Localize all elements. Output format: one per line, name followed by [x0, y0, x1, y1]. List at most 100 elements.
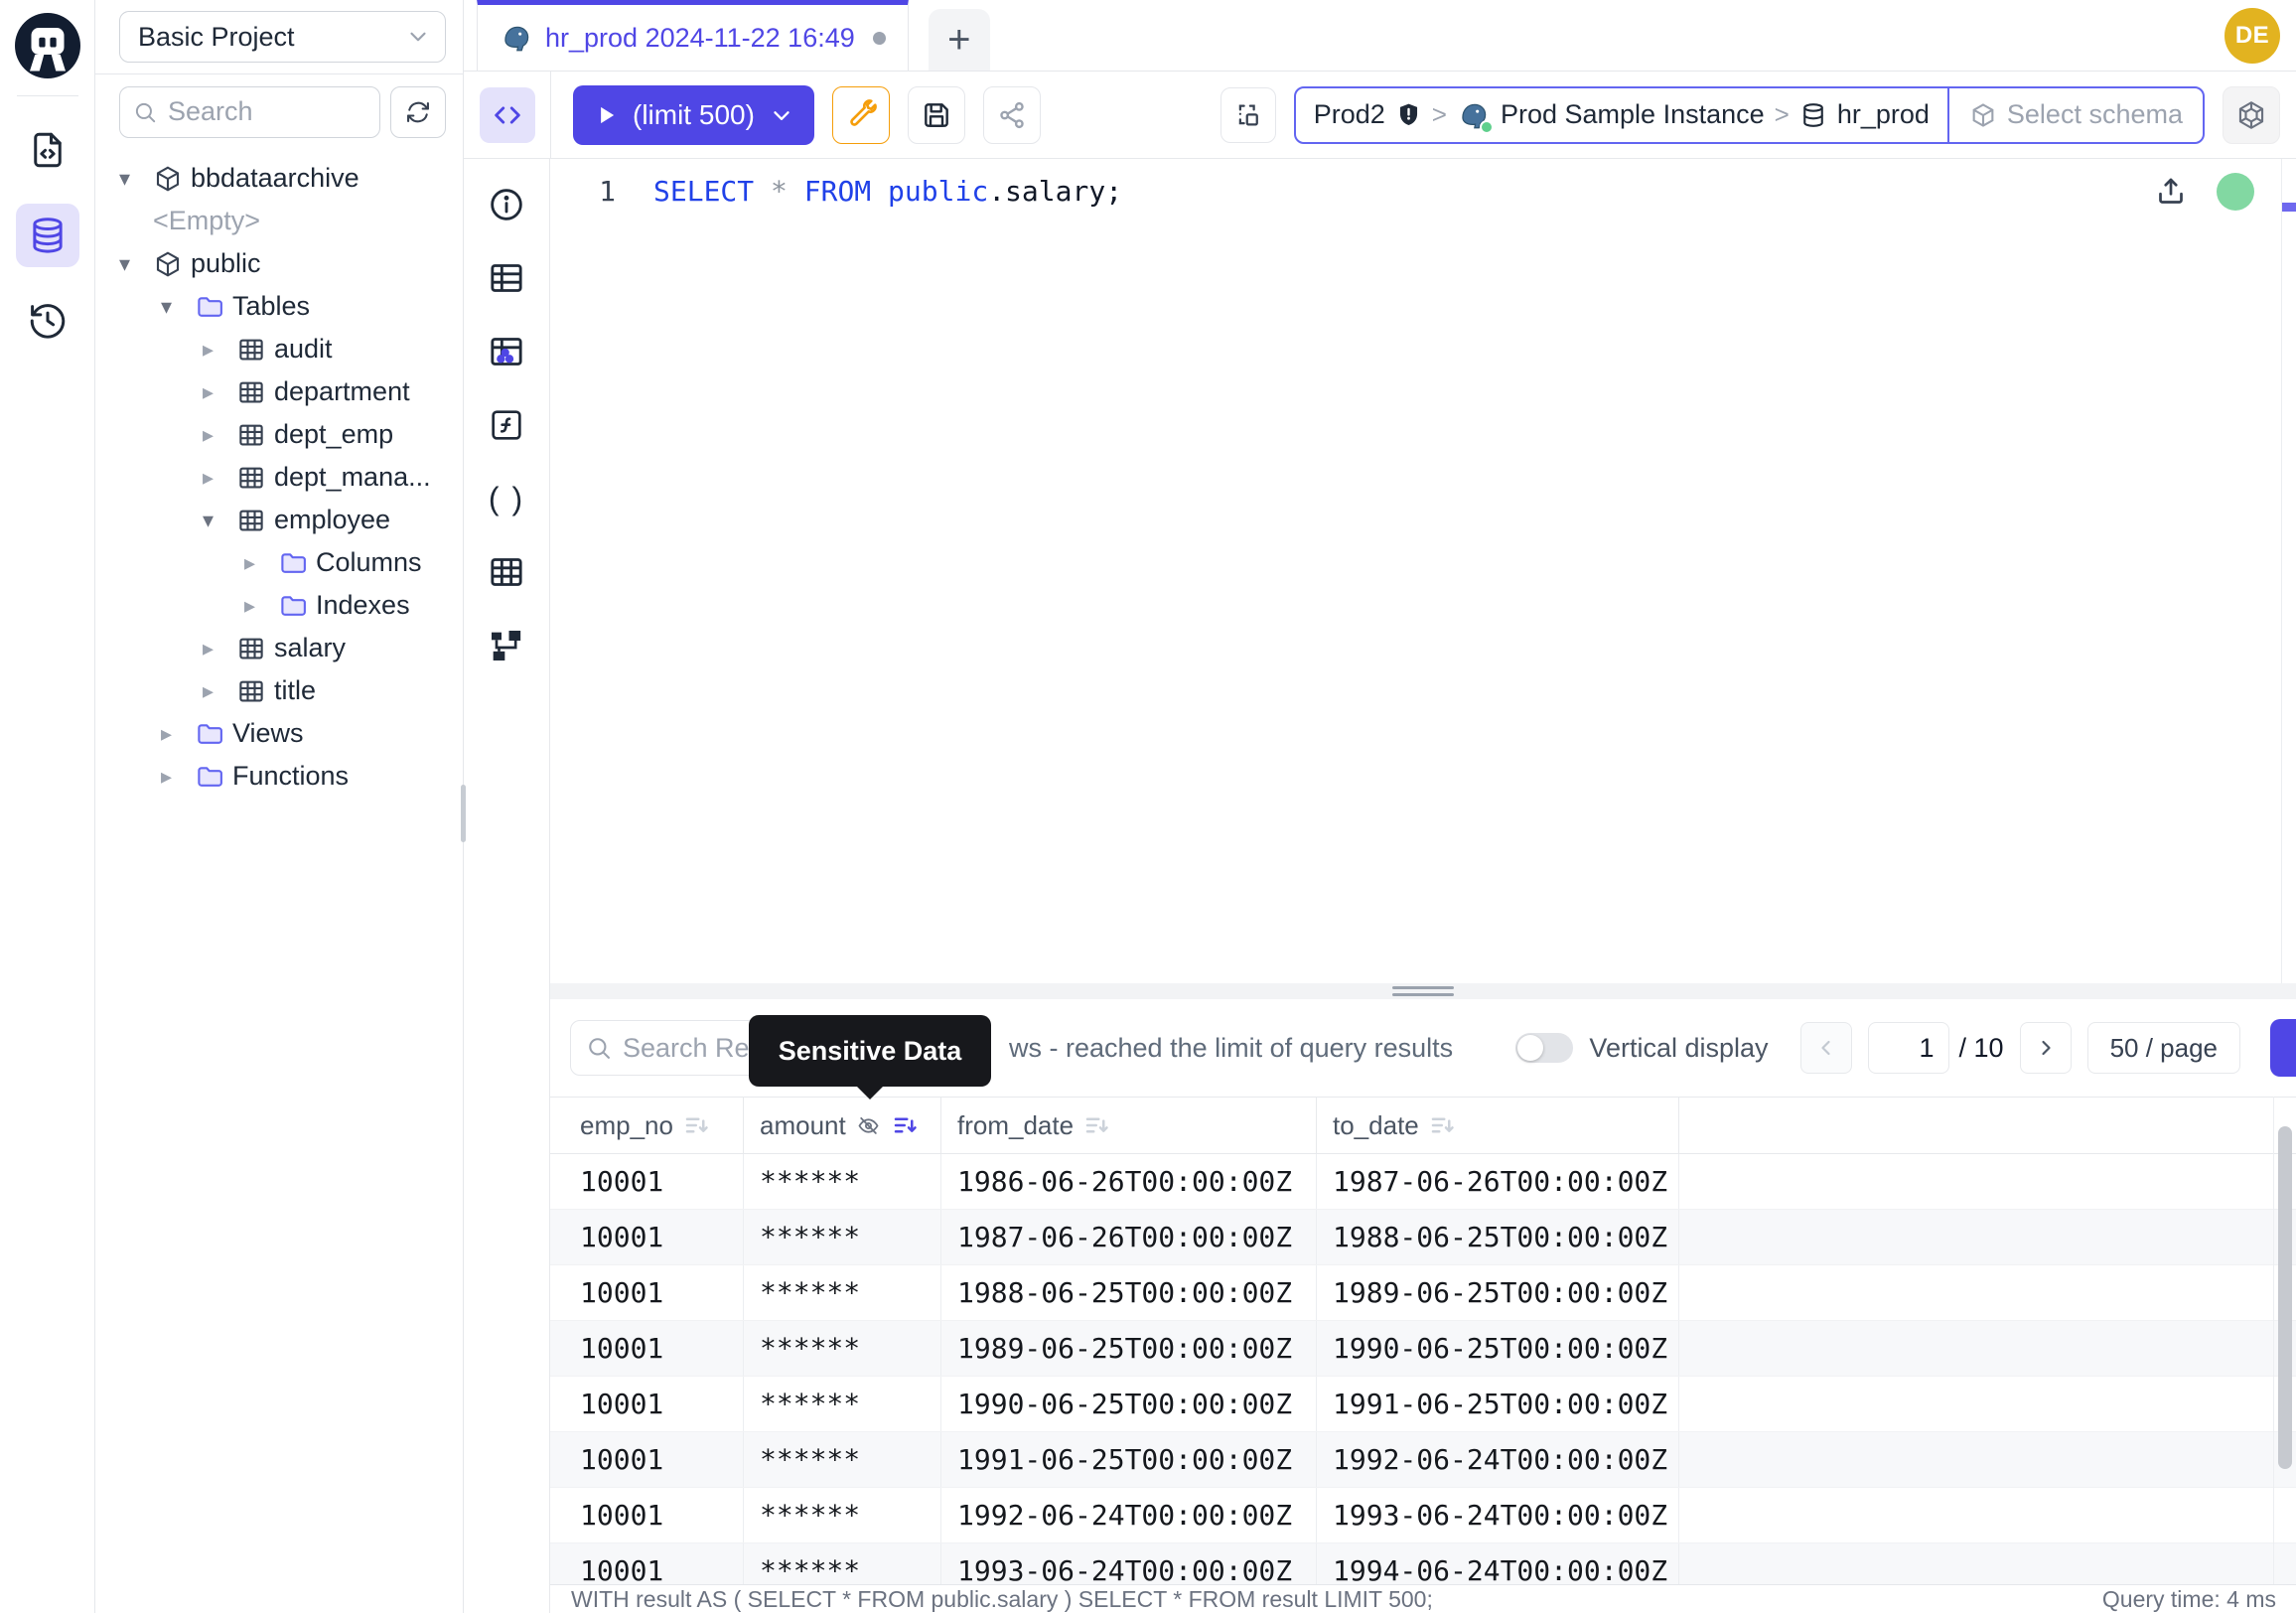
functions-panel-icon[interactable] [483, 401, 530, 449]
table-row[interactable]: 10001******1990-06-25T00:00:00Z1991-06-2… [550, 1377, 2296, 1432]
caret-right-icon[interactable]: ▸ [161, 764, 195, 790]
tree-item-tables[interactable]: ▾Tables [95, 285, 463, 328]
save-button[interactable] [908, 86, 965, 144]
table-row[interactable]: 10001******1989-06-25T00:00:00Z1990-06-2… [550, 1321, 2296, 1377]
project-select[interactable]: Basic Project [119, 11, 446, 63]
masked-table-icon[interactable] [483, 328, 530, 375]
export-button[interactable] [2270, 1019, 2296, 1077]
app-logo[interactable] [12, 10, 83, 81]
table-row[interactable]: 10001******1992-06-24T00:00:00Z1993-06-2… [550, 1488, 2296, 1543]
table-detail-icon[interactable] [483, 548, 530, 596]
table-row[interactable]: 10001******1991-06-25T00:00:00Z1992-06-2… [550, 1432, 2296, 1488]
user-avatar[interactable]: DE [2224, 8, 2280, 64]
tree-item-department[interactable]: ▸department [95, 370, 463, 413]
caret-down-icon[interactable]: ▾ [161, 294, 195, 320]
tree-item-functions[interactable]: ▸Functions [95, 755, 463, 798]
caret-right-icon[interactable]: ▸ [203, 337, 236, 363]
tree-item-title[interactable]: ▸title [95, 669, 463, 712]
database-label[interactable]: hr_prod [1837, 99, 1930, 130]
refresh-button[interactable] [390, 86, 446, 138]
tree-item-public[interactable]: ▾ public [95, 242, 463, 285]
tree-item-label: salary [274, 633, 346, 663]
info-icon[interactable] [483, 181, 530, 228]
cell-emp_no: 10001 [550, 1432, 744, 1487]
instance-label[interactable]: Prod Sample Instance [1501, 99, 1765, 130]
parameters-panel-icon[interactable]: ( ) [483, 475, 530, 522]
sort-icon[interactable] [682, 1110, 712, 1140]
sidebar-search[interactable] [119, 86, 380, 138]
caret-right-icon[interactable]: ▸ [203, 636, 236, 661]
schema-selector[interactable]: Select schema [1947, 88, 2203, 142]
tree-item-dept-emp[interactable]: ▸dept_emp [95, 413, 463, 456]
caret-right-icon[interactable]: ▸ [203, 678, 236, 704]
editor-actions [2153, 173, 2254, 211]
run-query-button[interactable]: (limit 500) [573, 85, 814, 145]
page-size-select[interactable]: 50 / page [2087, 1022, 2240, 1074]
tree-item-columns[interactable]: ▸Columns [95, 541, 463, 584]
tree-item-views[interactable]: ▸Views [95, 712, 463, 755]
prev-page-button[interactable] [1800, 1022, 1852, 1074]
tab-active[interactable]: hr_prod 2024-11-22 16:49 [477, 0, 909, 71]
upload-sheet-icon[interactable] [2153, 174, 2189, 210]
connection-breadcrumb[interactable]: Prod2 > Prod Sample Instance > hr_prod [1294, 86, 2205, 144]
format-sql-button[interactable] [832, 86, 890, 144]
environment-label[interactable]: Prod2 [1314, 99, 1385, 130]
caret-right-icon[interactable]: ▸ [244, 550, 278, 576]
project-select-value: Basic Project [138, 22, 295, 53]
caret-right-icon[interactable]: ▸ [203, 422, 236, 448]
cell-emp_no: 10001 [550, 1210, 744, 1264]
breadcrumb-separator: > [1432, 99, 1447, 130]
history-icon[interactable] [16, 289, 79, 353]
share-button[interactable] [983, 86, 1041, 144]
tree-item-indexes[interactable]: ▸Indexes [95, 584, 463, 627]
column-header-emp_no[interactable]: emp_no [550, 1098, 744, 1153]
code-panel-button[interactable] [480, 87, 535, 143]
schema-diagram-icon[interactable] [483, 622, 530, 669]
sort-icon[interactable] [891, 1110, 921, 1140]
database-panel-icon[interactable] [16, 204, 79, 267]
batch-query-button[interactable] [1220, 87, 1276, 143]
caret-right-icon[interactable]: ▸ [203, 465, 236, 491]
sql-token: * [771, 175, 788, 208]
sidebar-search-input[interactable] [168, 96, 367, 127]
panel-resize-divider[interactable] [550, 983, 2296, 999]
tree-item-bbdataarchive[interactable]: ▾bbdataarchive [95, 157, 463, 200]
sql-editor[interactable]: 1 SELECT * FROM public.salary; [550, 159, 2296, 983]
new-tab-button[interactable]: + [929, 9, 990, 71]
column-header-to_date[interactable]: to_date [1317, 1098, 1679, 1153]
table-row[interactable]: 10001******1988-06-25T00:00:00Z1989-06-2… [550, 1265, 2296, 1321]
column-header-amount[interactable]: amount [744, 1098, 941, 1153]
table-row[interactable]: 10001******1987-06-26T00:00:00Z1988-06-2… [550, 1210, 2296, 1265]
cell-from_date: 1991-06-25T00:00:00Z [941, 1432, 1317, 1487]
tables-panel-icon[interactable] [483, 254, 530, 302]
editor-overview-ruler[interactable] [2281, 159, 2296, 983]
vertical-display-toggle[interactable] [1515, 1033, 1573, 1063]
caret-right-icon[interactable]: ▸ [161, 721, 195, 747]
caret-right-icon[interactable]: ▸ [244, 593, 278, 619]
caret-right-icon[interactable]: ▸ [203, 379, 236, 405]
ai-assistant-button[interactable] [2223, 86, 2280, 144]
sort-icon[interactable] [1428, 1110, 1458, 1140]
column-label: amount [760, 1110, 846, 1141]
table-row[interactable]: 10001******1986-06-26T00:00:00Z1987-06-2… [550, 1154, 2296, 1210]
table-row[interactable]: 10001******1993-06-24T00:00:00Z1994-06-2… [550, 1543, 2296, 1584]
content-column: 1 SELECT * FROM public.salary; [550, 159, 2296, 1613]
page-number-input[interactable] [1868, 1022, 1949, 1074]
caret-down-icon[interactable]: ▾ [119, 251, 153, 277]
result-table-header: emp_no amount from_dateto_date [550, 1097, 2296, 1154]
next-page-button[interactable] [2020, 1022, 2072, 1074]
column-header-from_date[interactable]: from_date [941, 1098, 1317, 1153]
tree-item-employee[interactable]: ▾employee [95, 499, 463, 541]
tree-item-salary[interactable]: ▸ salary [95, 627, 463, 669]
tree-item-label: public [191, 248, 261, 279]
caret-down-icon[interactable]: ▾ [119, 166, 153, 192]
tree-item-audit[interactable]: ▸audit [95, 328, 463, 370]
tree-item-empty[interactable]: <Empty> [95, 200, 463, 242]
table-scrollbar-thumb[interactable] [2278, 1126, 2292, 1469]
tree-item-dept-mana[interactable]: ▸dept_mana... [95, 456, 463, 499]
sidebar-resize-handle[interactable] [461, 785, 466, 842]
cell-to_date: 1990-06-25T00:00:00Z [1317, 1321, 1679, 1376]
caret-down-icon[interactable]: ▾ [203, 508, 236, 533]
worksheet-icon[interactable] [16, 118, 79, 182]
sort-icon[interactable] [1082, 1110, 1112, 1140]
